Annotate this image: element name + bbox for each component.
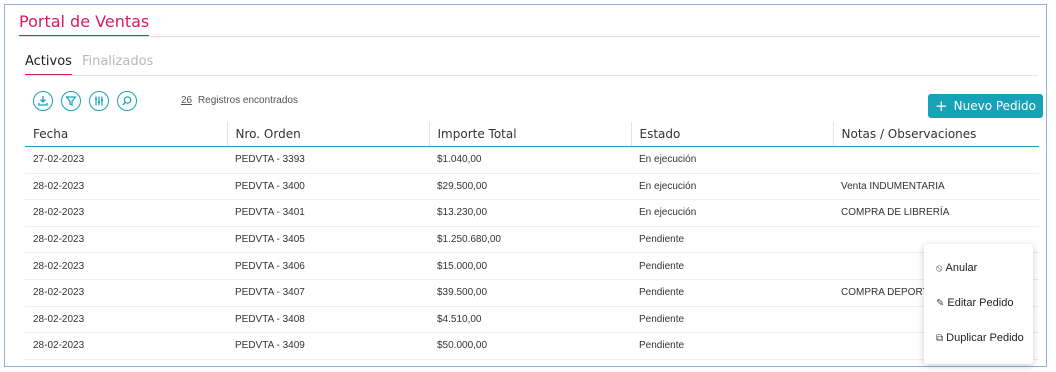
cell-notas: COMPRA DE LIBRERÍA <box>833 199 1039 227</box>
cell-orden: PEDVTA - 3405 <box>227 226 429 254</box>
cell-importe: $50.000,00 <box>429 332 631 360</box>
table-row[interactable]: 28-02-2023 PEDVTA - 3400 $29.500,00 En ejec… <box>25 173 1039 201</box>
copy-icon: ⧉ <box>936 332 944 344</box>
cell-orden: PEDVTA - 3407 <box>227 279 429 307</box>
tab-bar: Activos Finalizados <box>25 54 153 76</box>
cell-orden: PEDVTA - 3400 <box>227 173 429 201</box>
table-row[interactable]: 28-02-2023 PEDVTA - 3407 $39.500,00 Pendien… <box>25 279 1039 307</box>
column-header-estado[interactable]: Estado <box>630 122 833 147</box>
cell-notas <box>833 146 1039 174</box>
cell-fecha: 28-02-2023 <box>25 306 227 334</box>
menu-item-label: Anular <box>945 262 978 274</box>
cell-orden: PEDVTA - 3393 <box>227 146 429 174</box>
cell-orden: PEDVTA - 3401 <box>227 199 429 227</box>
table-row[interactable]: 27-02-2023 PEDVTA - 3393 $1.040,00 En ejecu… <box>25 146 1039 174</box>
menu-item-anular[interactable]: ⦸ Anular <box>936 262 977 274</box>
cell-fecha: 28-02-2023 <box>25 199 227 227</box>
menu-item-editar[interactable]: ✎ Editar Pedido <box>936 297 1013 309</box>
toolbar <box>33 91 137 111</box>
column-header-orden[interactable]: Nro. Orden <box>226 122 429 147</box>
tab-activos[interactable]: Activos <box>25 54 72 76</box>
tab-finalizados[interactable]: Finalizados <box>82 54 153 76</box>
cell-importe: $1.040,00 <box>429 146 631 174</box>
table-row[interactable]: 28-02-2023 PEDVTA - 3408 $4.510,00 Pendient… <box>25 306 1039 334</box>
cell-fecha: 28-02-2023 <box>25 226 227 254</box>
filter-icon[interactable] <box>61 91 81 111</box>
cell-importe: $15.000,00 <box>429 252 631 280</box>
records-label: Registros encontrados <box>197 95 298 106</box>
cell-estado: Pendiente <box>631 359 833 366</box>
column-header-notas[interactable]: Notas / Observaciones <box>832 122 1039 147</box>
orders-table: Fecha Nro. Orden Importe Total Estado No… <box>25 122 1039 366</box>
app-frame: Portal de Ventas Activos Finalizados 26 … <box>4 4 1047 367</box>
download-icon[interactable] <box>33 91 53 111</box>
ban-icon: ⦸ <box>936 262 943 274</box>
cell-importe: $13.230,00 <box>429 199 631 227</box>
menu-item-label: Duplicar Pedido <box>946 332 1024 344</box>
cell-fecha: 28-02-2023 <box>25 173 227 201</box>
cell-estado: Pendiente <box>631 306 833 334</box>
table-row[interactable]: 28-02-2023 PEDVTA - 3401 $13.230,00 En ejec… <box>25 199 1039 227</box>
menu-item-duplicar[interactable]: ⧉ Duplicar Pedido <box>936 332 1024 344</box>
cell-fecha: 28-02-2023 <box>25 252 227 280</box>
edit-icon: ✎ <box>936 297 945 309</box>
page-title: Portal de Ventas <box>19 12 150 37</box>
cell-estado: En ejecución <box>631 146 833 174</box>
cell-fecha: 27-02-2023 <box>25 146 227 174</box>
header-divider <box>19 36 1040 37</box>
cell-fecha: 28-02-2023 <box>25 332 227 360</box>
column-header-importe[interactable]: Importe Total <box>428 122 631 147</box>
new-order-label: Nuevo Pedido <box>953 99 1036 113</box>
cell-fecha: 28-02-2023 <box>25 359 227 366</box>
table-row[interactable]: 28-02-2023 PEDVTA - 3409 $50.000,00 Pendien… <box>25 332 1039 360</box>
cell-estado: Pendiente <box>631 332 833 360</box>
column-header-fecha[interactable]: Fecha <box>25 122 227 147</box>
cell-importe: $4.510,00 <box>429 306 631 334</box>
cell-importe: $150.000,00 <box>429 359 631 366</box>
cell-fecha: 28-02-2023 <box>25 279 227 307</box>
table-row[interactable]: 28-02-2023 PEDVTA - 3405 $1.250.680,00 Pend… <box>25 226 1039 254</box>
tabs-divider <box>25 75 1038 76</box>
table-row[interactable]: 28-02-2023PEDVTA - 3410$150.000,00Pendie… <box>25 359 1039 366</box>
cell-importe: $29.500,00 <box>429 173 631 201</box>
cell-orden: PEDVTA - 3408 <box>227 306 429 334</box>
columns-icon[interactable] <box>89 91 109 111</box>
row-context-menu: ⦸ Anular ✎ Editar Pedido ⧉ Duplicar Pedi… <box>924 244 1033 364</box>
cell-importe: $1.250.680,00 <box>429 226 631 254</box>
cell-orden: PEDVTA - 3406 <box>227 252 429 280</box>
new-order-button[interactable]: + Nuevo Pedido <box>928 94 1043 118</box>
plus-icon: + <box>935 96 948 115</box>
cell-estado: Pendiente <box>631 279 833 307</box>
records-count[interactable]: 26 <box>181 95 192 106</box>
table-header-row: Fecha Nro. Orden Importe Total Estado No… <box>25 122 1039 147</box>
records-counter: 26 Registros encontrados <box>181 95 298 106</box>
cell-estado: En ejecución <box>631 199 833 227</box>
search-icon[interactable] <box>117 91 137 111</box>
cell-orden: PEDVTA - 3410 <box>227 359 429 366</box>
cell-importe: $39.500,00 <box>429 279 631 307</box>
table-row[interactable]: 28-02-2023 PEDVTA - 3406 $15.000,00 Pendien… <box>25 252 1039 280</box>
cell-estado: Pendiente <box>631 252 833 280</box>
menu-item-label: Editar Pedido <box>947 297 1014 309</box>
cell-notas: Venta INDUMENTARIA <box>833 173 1039 201</box>
cell-estado: Pendiente <box>631 226 833 254</box>
cell-orden: PEDVTA - 3409 <box>227 332 429 360</box>
cell-estado: En ejecución <box>631 173 833 201</box>
